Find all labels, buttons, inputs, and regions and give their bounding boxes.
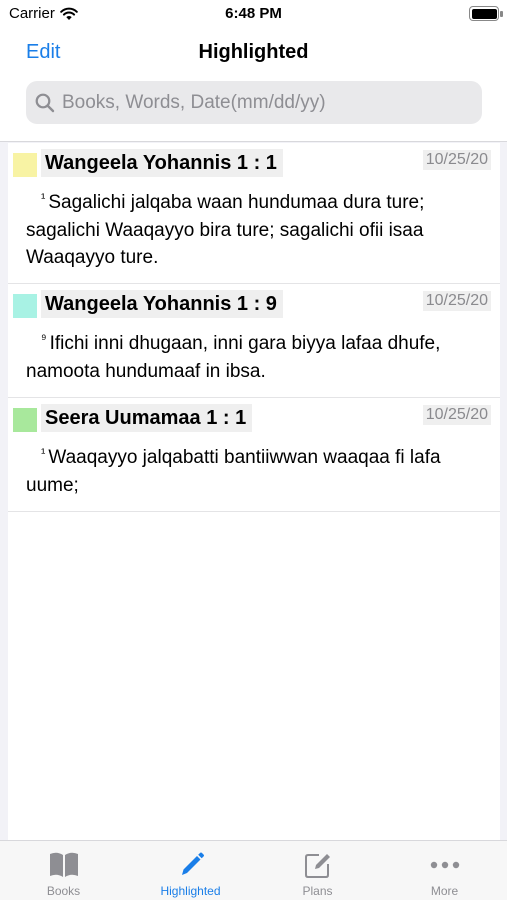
verse-text: Ifichi inni dhugaan, inni gara biyya laf… bbox=[26, 333, 441, 382]
verse-reference: Seera Uumamaa 1 : 1 bbox=[45, 406, 247, 429]
verse-number: ¹ bbox=[41, 190, 46, 205]
highlight-header: Wangeela Yohannis 1 : 1 10/25/20 bbox=[8, 143, 500, 179]
tab-label: More bbox=[430, 884, 459, 898]
highlight-item[interactable]: Seera Uumamaa 1 : 1 10/25/20 ¹ Waaqayyo j… bbox=[8, 398, 500, 512]
verse-text-block: ¹ Waaqayyo jalqabatti bantiiwwan waaqaa f… bbox=[8, 434, 500, 511]
highlight-color-swatch bbox=[13, 153, 37, 177]
reference-bar: Seera Uumamaa 1 : 1 bbox=[41, 404, 253, 432]
battery-cap bbox=[500, 11, 503, 17]
tab-bar: Books Highlighted Plans More bbox=[0, 840, 507, 900]
verse-text-block: ¹ Sagalichi jalqaba waan hundumaa dura tu… bbox=[8, 179, 500, 283]
note-edit-icon bbox=[305, 854, 330, 878]
verse-number: ⁹ bbox=[41, 331, 47, 346]
book-icon bbox=[50, 852, 78, 877]
tab-plans[interactable]: Plans bbox=[254, 841, 381, 900]
reference-bar: Wangeela Yohannis 1 : 1 bbox=[41, 149, 283, 177]
tab-label: Plans bbox=[302, 884, 333, 898]
highlight-item[interactable]: Wangeela Yohannis 1 : 1 10/25/20 ¹ Sagali… bbox=[8, 143, 500, 284]
tab-highlighted[interactable]: Highlighted bbox=[127, 841, 254, 900]
verse-text-block: ⁹ Ifichi inni dhugaan, inni gara biyya la… bbox=[8, 320, 500, 397]
battery-level bbox=[471, 8, 497, 19]
highlight-color-swatch bbox=[13, 408, 37, 432]
verse-text: Sagalichi jalqaba waan hundumaa dura tur… bbox=[26, 192, 425, 268]
highlight-date: 10/25/20 bbox=[422, 405, 491, 425]
tab-label: Books bbox=[46, 884, 81, 898]
verse-reference: Wangeela Yohannis 1 : 1 bbox=[45, 151, 277, 174]
highlight-header: Seera Uumamaa 1 : 1 10/25/20 bbox=[8, 398, 500, 434]
highlight-color-swatch bbox=[13, 294, 37, 318]
highlight-item[interactable]: Wangeela Yohannis 1 : 9 10/25/20 ⁹ Ifichi… bbox=[8, 284, 500, 398]
battery-icon bbox=[469, 6, 499, 21]
search-icon bbox=[35, 93, 55, 113]
status-bar: Carrier 6:48 PM bbox=[0, 0, 507, 28]
highlight-date: 10/25/20 bbox=[422, 150, 491, 170]
highlight-date: 10/25/20 bbox=[422, 291, 491, 311]
search-field[interactable] bbox=[26, 81, 482, 124]
reference-bar: Wangeela Yohannis 1 : 9 bbox=[41, 290, 283, 318]
clock: 6:48 PM bbox=[225, 5, 282, 22]
tab-more[interactable]: More bbox=[381, 841, 507, 900]
tab-label: Highlighted bbox=[160, 884, 221, 898]
tab-books[interactable]: Books bbox=[0, 841, 127, 900]
pencil-icon bbox=[182, 852, 204, 875]
screen: Carrier 6:48 PM Edit Highlighted Books, … bbox=[0, 0, 507, 900]
highlights-list: Wangeela Yohannis 1 : 1 10/25/20 ¹ Sagali… bbox=[8, 143, 500, 840]
ellipsis-icon bbox=[430, 861, 460, 869]
search-input[interactable] bbox=[62, 81, 472, 124]
verse-text: Waaqayyo jalqabatti bantiiwwan waaqaa fi… bbox=[26, 447, 441, 496]
page-title: Highlighted bbox=[198, 41, 309, 63]
highlight-header: Wangeela Yohannis 1 : 9 10/25/20 bbox=[8, 284, 500, 320]
verse-number: ¹ bbox=[41, 445, 46, 460]
navigation-bar: Edit Highlighted bbox=[0, 28, 507, 78]
search-bar bbox=[0, 78, 507, 142]
verse-reference: Wangeela Yohannis 1 : 9 bbox=[45, 292, 277, 315]
